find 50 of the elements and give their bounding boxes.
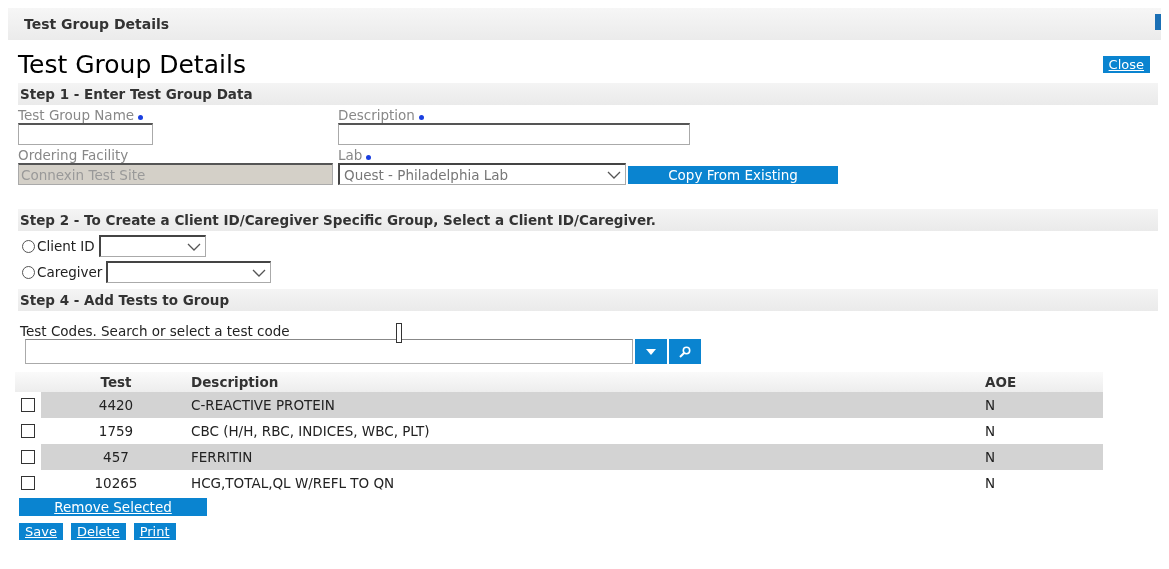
radio-label: Client ID [37, 238, 95, 254]
action-button[interactable]: Delete [70, 523, 126, 540]
field-label: Test Group Name [18, 107, 135, 123]
test-code-search-field[interactable] [25, 339, 633, 364]
dropdown[interactable] [98, 235, 206, 257]
radio-label: Caregiver [37, 264, 103, 280]
page-heading: Test Group Details [18, 50, 246, 79]
table-cell: FERRITIN [191, 444, 985, 470]
row-checkbox[interactable] [21, 450, 35, 464]
row-checkbox[interactable] [21, 476, 35, 490]
search-button[interactable] [669, 339, 701, 364]
text-field[interactable] [338, 123, 690, 145]
dropdown-button[interactable] [635, 339, 667, 364]
table-cell: N [985, 392, 1103, 418]
table-cell: 4420 [41, 392, 191, 418]
section-header: Step 4 - Add Tests to Group [18, 289, 1158, 311]
column-header: Test [99, 374, 133, 390]
section-header: Step 2 - To Create a Client ID/Caregiver Specific Group, Select a Client ID/Caregiver. [18, 209, 1158, 231]
lab-select[interactable]: Quest - Philadelphia Lab [338, 163, 626, 185]
table-cell-text: CBC (H/H, RBC, INDICES, WBC, PLT) [191, 422, 431, 441]
table-cell: N [985, 444, 1103, 470]
table-cell: 457 [41, 444, 191, 470]
table-cell-text: 1759 [97, 422, 135, 441]
chevron-down-icon [252, 268, 267, 277]
table-cell: C-REACTIVE PROTEIN [191, 392, 985, 418]
row-checkbox[interactable] [21, 424, 35, 438]
column-header: Description [191, 374, 280, 390]
table-cell-text: HCG,TOTAL,QL W/REFL TO QN [191, 474, 396, 493]
search-icon [679, 345, 691, 358]
action-button[interactable]: Print [133, 523, 176, 540]
caret-down-icon [646, 348, 656, 355]
window-title: Test Group Details [24, 16, 170, 32]
section-header: Step 1 - Enter Test Group Data [18, 83, 1158, 105]
row-checkbox[interactable] [21, 398, 35, 412]
column-header: AOE [985, 374, 1018, 390]
action-button[interactable]: Save [19, 523, 63, 540]
remove-selected-button[interactable]: Remove Selected [19, 498, 207, 516]
close-button[interactable]: Close [1102, 56, 1150, 73]
dropdown[interactable] [106, 261, 272, 283]
field-label: Ordering Facility [18, 147, 129, 163]
field-label: Description [338, 107, 415, 123]
table-cell-text: N [985, 474, 997, 493]
text-field[interactable] [18, 123, 153, 145]
table-cell-text: 10265 [93, 474, 139, 493]
copy-from-existing-button[interactable]: Copy From Existing [628, 166, 838, 184]
chevron-down-icon [607, 170, 621, 179]
table-cell-text: N [985, 422, 997, 441]
field-label: Lab [338, 147, 363, 163]
chevron-down-icon [186, 242, 201, 251]
search-label: Test Codes. Search or select a test code [20, 323, 290, 339]
